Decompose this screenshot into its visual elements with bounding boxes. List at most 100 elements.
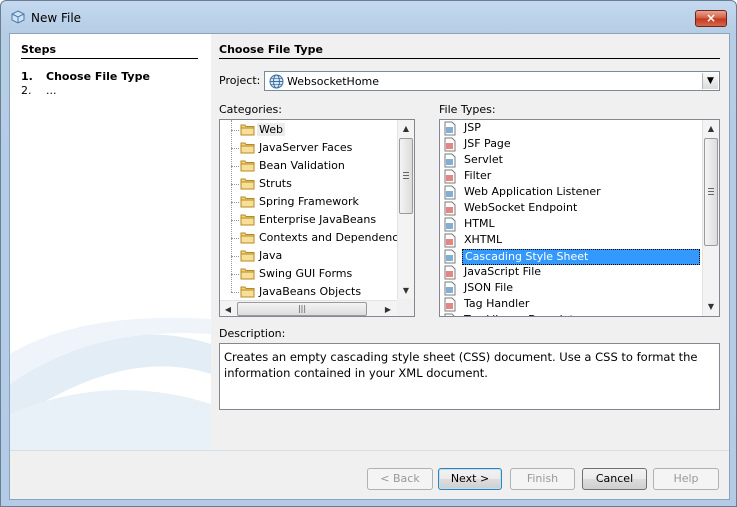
- category-item[interactable]: Web: [220, 121, 398, 139]
- scroll-up-icon[interactable]: ▲: [398, 120, 414, 137]
- category-label: Web: [257, 123, 285, 136]
- scroll-down-icon[interactable]: ▼: [703, 298, 719, 315]
- globe-icon: [269, 74, 284, 89]
- help-button[interactable]: Help: [653, 468, 719, 490]
- file-type-item[interactable]: Tag Library Descriptor: [440, 313, 703, 316]
- folder-icon: [240, 268, 255, 280]
- category-label: JavaServer Faces: [259, 141, 353, 154]
- scroll-up-icon[interactable]: ▲: [703, 120, 719, 137]
- category-label: Bean Validation: [259, 159, 345, 172]
- dialog-body: Steps 1. Choose File Type 2.... Choose Fi…: [9, 33, 730, 500]
- folder-icon: [240, 196, 255, 208]
- category-item[interactable]: Java: [220, 247, 398, 265]
- folder-icon: [240, 232, 255, 244]
- horizontal-scrollbar-thumb[interactable]: |||: [237, 302, 367, 316]
- categories-horizontal-scrollbar[interactable]: ◀ ||| ▶: [220, 300, 397, 316]
- file-type-label: JSP: [464, 121, 481, 134]
- categories-vertical-scrollbar[interactable]: ▲ ▼: [397, 120, 414, 300]
- file-type-label: JavaScript File: [464, 265, 542, 278]
- folder-icon: [240, 142, 255, 154]
- category-item[interactable]: Contexts and Dependency Inje: [220, 229, 414, 247]
- file-type-label: JSON File: [464, 281, 514, 294]
- folder-icon: [240, 250, 255, 262]
- scroll-down-icon[interactable]: ▼: [398, 282, 414, 299]
- section-divider: [219, 58, 720, 59]
- project-combobox[interactable]: WebsocketHome ▼: [264, 71, 720, 91]
- scroll-right-icon[interactable]: ▶: [380, 301, 396, 316]
- js-file-icon: [444, 265, 456, 280]
- dropdown-arrow-icon[interactable]: ▼: [702, 73, 718, 89]
- description-label: Description:: [219, 327, 286, 340]
- back-button[interactable]: < Back: [367, 468, 433, 490]
- scrollbar-thumb[interactable]: [704, 138, 718, 246]
- file-types-vertical-scrollbar[interactable]: ▲ ▼: [702, 120, 719, 316]
- category-item[interactable]: Spring Framework: [220, 193, 398, 211]
- step-number: 2.: [21, 84, 32, 97]
- css-file-icon: [444, 249, 456, 264]
- categories-tree[interactable]: Web JavaServer Faces Bean Validation Struts…: [219, 119, 415, 317]
- window-title: New File: [31, 11, 82, 25]
- file-type-item[interactable]: JSON File: [440, 281, 703, 297]
- jsp-file-icon: [444, 121, 456, 136]
- file-type-item[interactable]: JavaScript File: [440, 265, 703, 281]
- category-item[interactable]: Swing GUI Forms: [220, 265, 398, 283]
- category-label: Contexts and Dependency Inje: [259, 231, 415, 244]
- category-label: Swing GUI Forms: [259, 267, 353, 280]
- button-bar-separator: [10, 450, 729, 451]
- xhtml-file-icon: [444, 233, 456, 248]
- file-type-label: Web Application Listener: [464, 185, 601, 198]
- next-button[interactable]: Next >: [438, 468, 502, 490]
- file-type-item[interactable]: WebSocket Endpoint: [440, 201, 703, 217]
- folder-icon: [240, 178, 255, 190]
- websocket-icon: [444, 201, 456, 216]
- file-type-item[interactable]: Tag Handler: [440, 297, 703, 313]
- file-type-item[interactable]: Web Application Listener: [440, 185, 703, 201]
- file-type-item[interactable]: JSF Page: [440, 137, 703, 153]
- cancel-button[interactable]: Cancel: [582, 468, 647, 490]
- file-type-label: WebSocket Endpoint: [464, 201, 578, 214]
- steps-panel: Steps 1. Choose File Type 2....: [10, 34, 211, 450]
- section-heading: Choose File Type: [219, 43, 323, 56]
- category-item[interactable]: JavaServer Faces: [220, 139, 398, 157]
- close-button[interactable]: ×: [695, 10, 727, 27]
- category-label: JavaBeans Objects: [259, 285, 362, 298]
- file-type-item[interactable]: Servlet: [440, 153, 703, 169]
- description-box: Creates an empty cascading style sheet (…: [219, 343, 720, 410]
- new-file-dialog: New File × Steps 1. Choose File Type 2...…: [0, 0, 737, 507]
- description-text: Creates an empty cascading style sheet (…: [224, 350, 698, 380]
- step-number: 1.: [21, 70, 33, 83]
- netbeans-cube-icon: [11, 10, 25, 24]
- scrollbar-thumb[interactable]: [399, 138, 413, 214]
- file-type-label: JSF Page: [464, 137, 511, 150]
- project-value: WebsocketHome: [287, 75, 380, 88]
- category-item[interactable]: JavaBeans Objects: [220, 283, 398, 301]
- file-type-label: HTML: [464, 217, 495, 230]
- category-item[interactable]: Bean Validation: [220, 157, 398, 175]
- category-item[interactable]: Enterprise JavaBeans: [220, 211, 398, 229]
- category-label: Struts: [259, 177, 292, 190]
- file-type-label: Tag Library Descriptor: [462, 313, 587, 316]
- title-bar[interactable]: New File ×: [1, 1, 736, 31]
- filter-icon: [444, 169, 456, 184]
- file-type-item[interactable]: JSP: [440, 121, 703, 137]
- finish-button[interactable]: Finish: [510, 468, 575, 490]
- file-type-item[interactable]: Filter: [440, 169, 703, 185]
- step-choose-file-type: 1. Choose File Type: [21, 70, 150, 83]
- project-label: Project:: [219, 74, 261, 87]
- listener-icon: [444, 185, 456, 200]
- scroll-left-icon[interactable]: ◀: [220, 301, 236, 316]
- category-label: Enterprise JavaBeans: [259, 213, 377, 226]
- category-label: Java: [259, 249, 283, 262]
- file-type-item[interactable]: XHTML: [440, 233, 703, 249]
- scroll-corner: [397, 299, 414, 316]
- file-type-item[interactable]: Cascading Style Sheet: [440, 249, 703, 265]
- category-item[interactable]: Struts: [220, 175, 398, 193]
- file-types-list[interactable]: JSP JSF Page Servlet Filter Web Application …: [439, 119, 720, 317]
- file-types-label: File Types:: [439, 103, 496, 116]
- decorative-swoosh: [10, 317, 211, 450]
- step-next: 2....: [21, 84, 57, 97]
- file-type-item[interactable]: HTML: [440, 217, 703, 233]
- file-type-label: Servlet: [464, 153, 503, 166]
- file-type-label: Tag Handler: [464, 297, 530, 310]
- folder-icon: [240, 124, 255, 136]
